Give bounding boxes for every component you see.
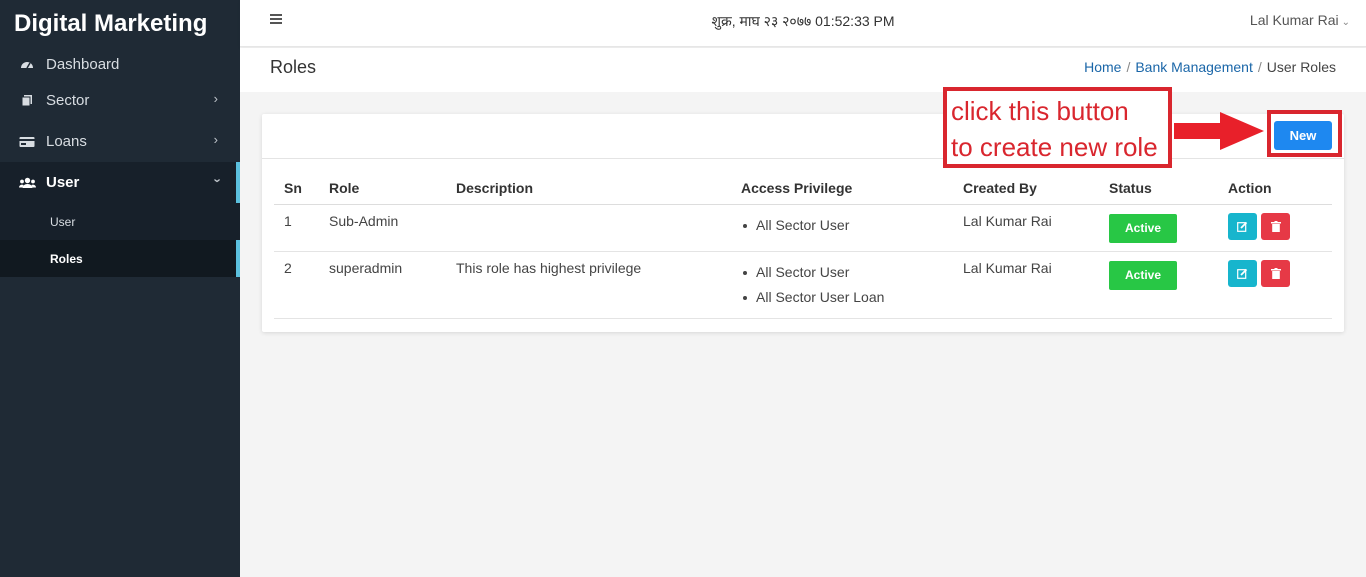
annotation-callout: click this button to create new role [943, 87, 1172, 168]
sidebar-item-dashboard[interactable]: Dashboard [0, 48, 240, 80]
status-badge: Active [1109, 213, 1177, 243]
sidebar-item-label: Sector [46, 92, 90, 109]
edit-button[interactable] [1228, 259, 1257, 287]
cell-created-by: Lal Kumar Rai [953, 204, 1099, 252]
delete-button[interactable] [1261, 259, 1290, 287]
sidebar-subitem-roles[interactable]: Roles [0, 240, 240, 277]
cell-access-privilege: All Sector User [731, 204, 953, 252]
column-header-created-by: Created By [953, 173, 1099, 205]
edit-icon [1237, 268, 1248, 279]
edit-button[interactable] [1228, 212, 1257, 240]
edit-icon [1237, 221, 1248, 232]
topbar: शुक्र, माघ २३ २०७७ 01:52:33 PM Lal Kumar… [240, 0, 1366, 47]
table-header-row: Sn Role Description Access Privilege Cre… [274, 173, 1332, 205]
column-header-description: Description [446, 173, 731, 205]
breadcrumb-home-link[interactable]: Home [1084, 59, 1121, 75]
sidebar-item-user[interactable]: User › [0, 162, 240, 203]
chevron-right-icon: › [213, 132, 218, 147]
roles-table: Sn Role Description Access Privilege Cre… [274, 173, 1332, 319]
column-header-sn: Sn [274, 173, 319, 205]
dashboard-icon [18, 57, 36, 71]
cell-access-privilege: All Sector User All Sector User Loan [731, 251, 953, 319]
column-header-status: Status [1099, 173, 1218, 205]
sidebar-item-sector[interactable]: Sector › [0, 80, 240, 121]
annotation-line: click this button [951, 96, 1129, 126]
breadcrumb: Home / Bank Management / User Roles [1084, 59, 1336, 75]
copy-icon [18, 94, 36, 108]
cell-sn: 2 [274, 251, 319, 319]
privilege-item: All Sector User [741, 213, 943, 238]
cell-status: Active [1099, 204, 1218, 252]
annotation-line: to create new role [951, 132, 1158, 162]
new-button-highlight [1267, 110, 1342, 157]
user-name: Lal Kumar Rai [1249, 12, 1339, 28]
card-icon [18, 135, 36, 149]
sidebar-item-label: Dashboard [46, 55, 120, 73]
table-row: 1 Sub-Admin All Sector User Lal Kumar Ra… [274, 204, 1332, 252]
sidebar-subitem-label: User [50, 214, 76, 229]
column-header-role: Role [319, 173, 446, 205]
users-icon [18, 176, 36, 190]
sidebar-item-label: Loans [46, 133, 87, 150]
table-row: 2 superadmin This role has highest privi… [274, 251, 1332, 319]
brand-title[interactable]: Digital Marketing [0, 0, 240, 48]
sidebar: Digital Marketing Dashboard Sector › Loa… [0, 0, 240, 577]
cell-action [1218, 204, 1332, 252]
column-header-access-privilege: Access Privilege [731, 173, 953, 205]
trash-icon [1270, 220, 1281, 232]
sidebar-item-loans[interactable]: Loans › [0, 121, 240, 162]
user-menu[interactable]: Lal Kumar Rai ⌄ [1250, 12, 1350, 28]
cell-description [446, 204, 731, 252]
page-header: Roles Home / Bank Management / User Roles [240, 48, 1366, 92]
sidebar-subitem-user[interactable]: User [0, 203, 240, 240]
cell-sn: 1 [274, 204, 319, 252]
status-badge: Active [1109, 260, 1177, 290]
breadcrumb-bank-management-link[interactable]: Bank Management [1135, 59, 1253, 75]
cell-role: superadmin [319, 251, 446, 319]
chevron-down-icon: ⌄ [1341, 17, 1350, 28]
column-header-action: Action [1218, 173, 1332, 205]
chevron-down-icon: › [210, 178, 226, 183]
privilege-item: All Sector User Loan [741, 285, 943, 310]
breadcrumb-separator: / [1257, 59, 1262, 75]
cell-description: This role has highest privilege [446, 251, 731, 319]
breadcrumb-separator: / [1126, 59, 1131, 75]
cell-created-by: Lal Kumar Rai [953, 251, 1099, 319]
cell-status: Active [1099, 251, 1218, 319]
annotation-arrow-icon [1174, 112, 1264, 150]
trash-icon [1270, 267, 1281, 279]
privilege-item: All Sector User [741, 260, 943, 285]
current-datetime: शुक्र, माघ २३ २०७७ 01:52:33 PM [711, 13, 895, 29]
delete-button[interactable] [1261, 212, 1290, 240]
chevron-right-icon: › [213, 91, 218, 106]
cell-role: Sub-Admin [319, 204, 446, 252]
page-title: Roles [270, 57, 317, 77]
sidebar-subitem-label: Roles [50, 251, 83, 266]
breadcrumb-current: User Roles [1266, 59, 1336, 75]
cell-action [1218, 251, 1332, 319]
sidebar-item-label: User [46, 174, 80, 191]
